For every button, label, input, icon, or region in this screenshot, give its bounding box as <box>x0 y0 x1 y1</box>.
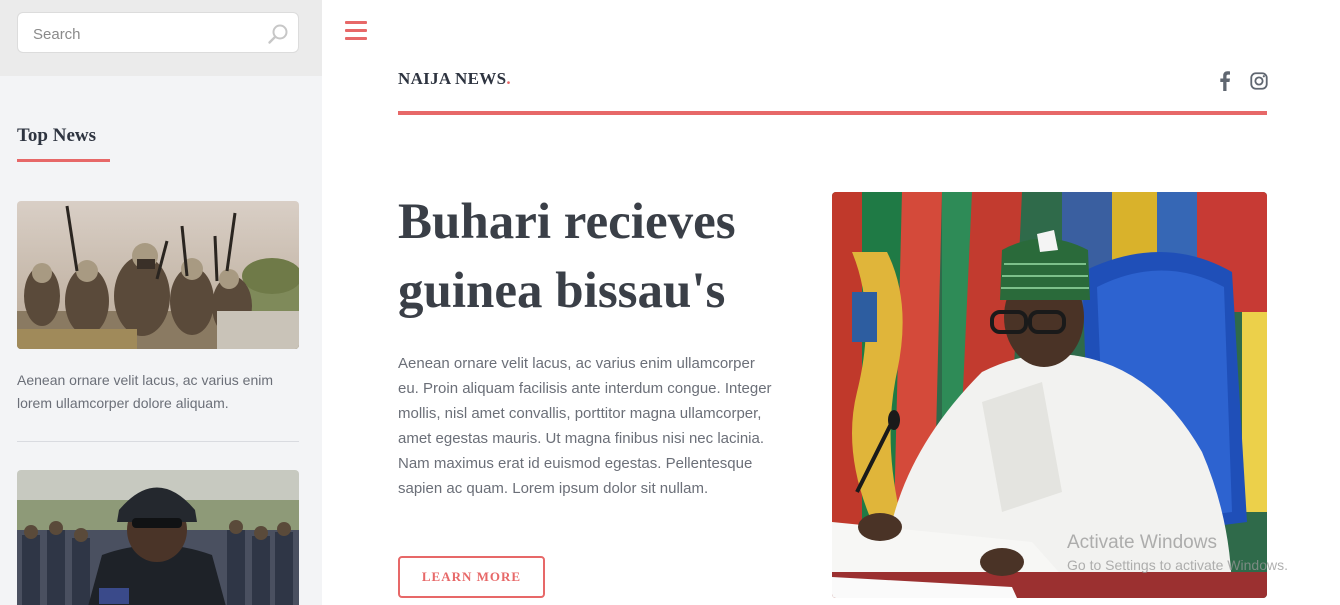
site-brand[interactable]: NAIJA NEWS. <box>398 69 511 89</box>
watermark-line-1: Activate Windows <box>1067 532 1217 553</box>
facebook-icon[interactable] <box>1215 70 1235 92</box>
brand-name: NAIJA NEWS <box>398 69 507 88</box>
search-icon[interactable] <box>267 23 289 45</box>
sidebar: Top News <box>0 0 322 605</box>
search-area <box>0 0 322 76</box>
top-news-heading: Top News <box>17 125 97 146</box>
news-thumbnail-2[interactable] <box>17 470 299 605</box>
instagram-icon[interactable] <box>1249 70 1269 92</box>
news-divider <box>17 441 299 442</box>
learn-more-button[interactable]: LEARN MORE <box>398 556 545 598</box>
news-thumbnail-1[interactable] <box>17 201 299 349</box>
watermark-line-2: Go to Settings to activate Windows. <box>1067 557 1288 573</box>
article-body: Aenean ornare velit lacus, ac varius eni… <box>398 355 772 497</box>
article-headline: Buhari recieves guinea bissau's <box>398 194 736 319</box>
menu-toggle-icon[interactable] <box>345 21 367 41</box>
header-accent-bar <box>398 111 1267 115</box>
search-input[interactable] <box>33 24 263 44</box>
os-activation-watermark: Activate Windows Go to Settings to activ… <box>1067 532 1288 573</box>
top-news-underline <box>17 159 110 162</box>
news-excerpt-1: Aenean ornare velit lacus, ac varius eni… <box>17 372 274 411</box>
search-box[interactable] <box>17 12 299 53</box>
brand-dot: . <box>506 69 511 88</box>
